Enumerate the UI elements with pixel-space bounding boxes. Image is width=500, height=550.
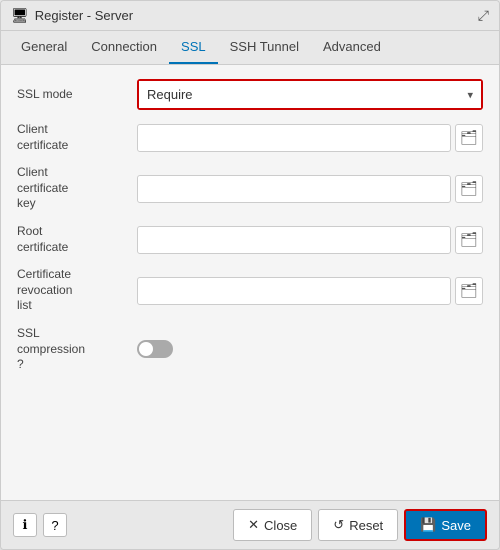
ssl-compression-label: SSLcompression? xyxy=(17,326,137,373)
tab-bar: General Connection SSL SSH Tunnel Advanc… xyxy=(1,31,499,65)
window-icon: 🖥 xyxy=(11,7,29,24)
reset-icon: ↺ xyxy=(333,517,344,533)
info-icon: ℹ xyxy=(23,517,28,533)
tab-connection[interactable]: Connection xyxy=(79,31,169,64)
reset-label: Reset xyxy=(349,518,383,533)
client-certificate-browse-button[interactable]: 🗂 xyxy=(455,124,483,152)
cert-revocation-control: 🗂 xyxy=(137,277,483,305)
client-certificate-key-label: Clientcertificatekey xyxy=(17,165,137,212)
form-content: SSL mode Allow Disable Prefer Require Ve… xyxy=(1,65,499,500)
titlebar-left: 🖥 Register - Server xyxy=(11,7,133,24)
help-button[interactable]: ? xyxy=(43,513,67,537)
reset-button[interactable]: ↺ Reset xyxy=(318,509,398,541)
footer: ℹ ? ✕ Close ↺ Reset 💾 Save xyxy=(1,500,499,549)
ssl-compression-control xyxy=(137,340,483,358)
client-certificate-control: 🗂 xyxy=(137,124,483,152)
save-button[interactable]: 💾 Save xyxy=(404,509,487,541)
root-certificate-browse-button[interactable]: 🗂 xyxy=(455,226,483,254)
close-label: Close xyxy=(264,518,297,533)
client-certificate-row: Clientcertificate 🗂 xyxy=(17,122,483,153)
save-label: Save xyxy=(441,518,471,533)
client-certificate-key-control: 🗂 xyxy=(137,175,483,203)
root-certificate-label: Rootcertificate xyxy=(17,224,137,255)
ssl-compression-toggle[interactable] xyxy=(137,340,173,358)
tab-ssh-tunnel[interactable]: SSH Tunnel xyxy=(218,31,311,64)
ssl-mode-select[interactable]: Allow Disable Prefer Require Verify-CA V… xyxy=(139,81,481,108)
client-certificate-key-input[interactable] xyxy=(137,175,451,203)
tab-ssl[interactable]: SSL xyxy=(169,31,218,64)
ssl-compression-row: SSLcompression? xyxy=(17,326,483,373)
save-icon: 💾 xyxy=(420,517,436,533)
ssl-mode-row: SSL mode Allow Disable Prefer Require Ve… xyxy=(17,79,483,110)
window: 🖥 Register - Server ⤢ General Connection… xyxy=(0,0,500,550)
ssl-mode-label: SSL mode xyxy=(17,87,137,103)
cert-revocation-input[interactable] xyxy=(137,277,451,305)
ssl-mode-control: Allow Disable Prefer Require Verify-CA V… xyxy=(137,79,483,110)
client-certificate-label: Clientcertificate xyxy=(17,122,137,153)
cert-revocation-row: Certificaterevocationlist 🗂 xyxy=(17,267,483,314)
help-icon: ? xyxy=(51,518,58,533)
expand-icon[interactable]: ⤢ xyxy=(478,7,489,24)
root-certificate-input[interactable] xyxy=(137,226,451,254)
close-icon: ✕ xyxy=(248,517,259,533)
titlebar: 🖥 Register - Server ⤢ xyxy=(1,1,499,31)
toggle-knob xyxy=(139,342,153,356)
cert-revocation-label: Certificaterevocationlist xyxy=(17,267,137,314)
root-certificate-row: Rootcertificate 🗂 xyxy=(17,224,483,255)
window-title: Register - Server xyxy=(35,8,133,23)
client-certificate-input[interactable] xyxy=(137,124,451,152)
cert-revocation-browse-button[interactable]: 🗂 xyxy=(455,277,483,305)
tab-advanced[interactable]: Advanced xyxy=(311,31,393,64)
close-button[interactable]: ✕ Close xyxy=(233,509,312,541)
footer-right-buttons: ✕ Close ↺ Reset 💾 Save xyxy=(233,509,487,541)
tab-general[interactable]: General xyxy=(9,31,79,64)
footer-left-buttons: ℹ ? xyxy=(13,513,67,537)
root-certificate-control: 🗂 xyxy=(137,226,483,254)
info-button[interactable]: ℹ xyxy=(13,513,37,537)
ssl-mode-select-wrap: Allow Disable Prefer Require Verify-CA V… xyxy=(137,79,483,110)
client-certificate-key-browse-button[interactable]: 🗂 xyxy=(455,175,483,203)
ssl-compression-toggle-wrap xyxy=(137,340,173,358)
client-certificate-key-row: Clientcertificatekey 🗂 xyxy=(17,165,483,212)
